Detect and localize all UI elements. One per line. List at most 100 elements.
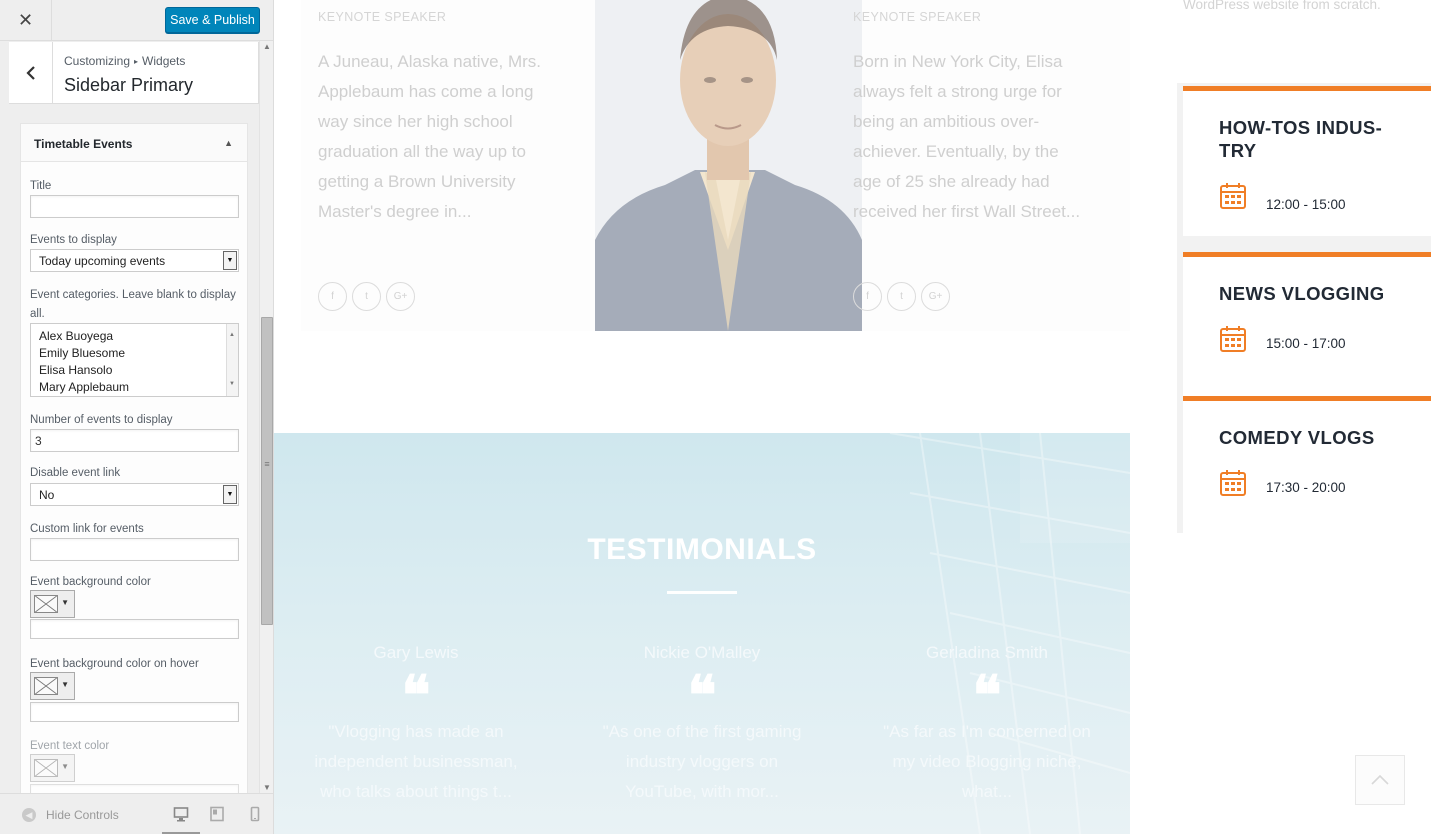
title-divider — [667, 591, 737, 594]
event-title[interactable]: HOW-TOS INDUS-TRY — [1219, 116, 1409, 162]
facebook-icon[interactable]: f — [318, 282, 347, 311]
speaker-photo — [595, 0, 862, 331]
breadcrumb-parent: Customizing — [64, 54, 131, 68]
events-to-display-select[interactable]: Today upcoming events ▼ — [30, 249, 239, 272]
title-input[interactable] — [30, 195, 239, 218]
event-accent-bar — [1183, 396, 1431, 401]
dropdown-arrow-icon: ▼ — [61, 598, 69, 607]
event-categories-list[interactable]: Alex Buoyega Emily Bluesome Elisa Hansol… — [30, 323, 239, 397]
twitter-icon[interactable]: t — [352, 282, 381, 311]
title-label: Title — [30, 180, 52, 192]
section-title: Sidebar Primary — [64, 75, 194, 95]
chevron-up-icon — [1371, 774, 1389, 785]
speaker-label: KEYNOTE SPEAKER — [853, 10, 982, 24]
back-to-top-button[interactable] — [1355, 755, 1405, 805]
google-plus-icon[interactable]: G+ — [921, 282, 950, 311]
quote-icon: ❝ — [972, 663, 1002, 727]
empty-color-swatch-icon — [34, 759, 58, 777]
dropdown-arrow-icon: ▼ — [61, 762, 69, 771]
mobile-icon[interactable] — [247, 806, 263, 822]
testimonial-quote: "As one of the first gaming industry vlo… — [602, 722, 802, 801]
dropdown-arrow-icon[interactable]: ▼ — [223, 251, 237, 270]
category-option[interactable]: Elisa Hansolo — [39, 362, 230, 379]
number-of-events-input[interactable] — [30, 429, 239, 452]
testimonial-quote: "As far as I'm concerned on my video Blo… — [883, 722, 1091, 801]
category-option[interactable]: Emily Bluesome — [39, 345, 230, 362]
tablet-icon[interactable] — [209, 806, 225, 822]
events-to-display-label: Events to display — [30, 234, 117, 246]
section-header: Customizing ▸ Widgets Sidebar Primary — [9, 42, 259, 104]
disable-event-link-select[interactable]: No ▼ — [30, 483, 239, 506]
grip-icon: ≡ — [264, 459, 270, 469]
breadcrumb-child: Widgets — [142, 54, 186, 68]
speaker-portrait-image — [595, 0, 862, 331]
quote-icon: ❝ — [401, 663, 431, 727]
scroll-up-arrow-icon[interactable]: ▲ — [263, 42, 271, 51]
testimonials-title: TESTIMONIALS — [587, 533, 817, 566]
speakers-section: KEYNOTE SPEAKER A Juneau, Alaska native,… — [301, 0, 1130, 331]
event-time: 17:30 - 20:00 — [1266, 480, 1346, 495]
bg-color-hover-picker[interactable]: ▼ — [30, 672, 75, 700]
testimonial-item: Gerladina Smith ❝ "As far as I'm concern… — [877, 643, 1097, 807]
calendar-icon — [1220, 470, 1246, 496]
testimonials-section: TESTIMONIALS Gary Lewis ❝ "Vlogging has … — [274, 433, 1130, 834]
google-plus-icon[interactable]: G+ — [386, 282, 415, 311]
scrollbar-thumb[interactable]: ≡ — [261, 317, 273, 625]
bg-color-picker[interactable]: ▼ — [30, 590, 75, 618]
sidebar-text: WordPress website from scratch. — [1183, 0, 1381, 12]
breadcrumb-separator: ▸ — [134, 57, 139, 66]
text-color-picker[interactable]: ▼ — [30, 754, 75, 782]
event-title[interactable]: NEWS VLOGGING — [1219, 282, 1409, 305]
event-categories-label: Event categories. Leave blank to display… — [30, 289, 236, 320]
calendar-icon — [1220, 326, 1246, 352]
event-card[interactable]: NEWS VLOGGING 15:00 - 17:00 — [1183, 252, 1431, 402]
customizer-header: ✕ Save & Publish — [0, 0, 273, 41]
empty-color-swatch-icon — [34, 677, 58, 695]
bg-color-input[interactable] — [30, 619, 239, 639]
hide-controls-button[interactable]: ◀ Hide Controls — [22, 808, 119, 822]
testimonial-author: Nickie O'Malley — [643, 643, 761, 662]
panel-scrollbar[interactable]: ▲ ≡ ▼ — [259, 41, 273, 793]
event-card[interactable]: HOW-TOS INDUS-TRY 12:00 - 15:00 — [1183, 86, 1431, 236]
close-customizer-button[interactable]: ✕ — [0, 0, 52, 41]
category-option[interactable]: Alex Buoyega — [39, 328, 230, 345]
desktop-icon[interactable] — [173, 806, 189, 822]
testimonial-item: Nickie O'Malley ❝ "As one of the first g… — [592, 643, 812, 807]
event-title[interactable]: COMEDY VLOGS — [1219, 426, 1409, 449]
testimonial-author: Gerladina Smith — [926, 643, 1048, 662]
custom-link-label: Custom link for events — [30, 523, 144, 535]
event-card[interactable]: COMEDY VLOGS 17:30 - 20:00 — [1183, 396, 1431, 546]
disable-event-link-label: Disable event link — [30, 467, 121, 479]
category-list-scrollbar[interactable]: ▲ ▼ — [226, 324, 238, 396]
widget-title: Timetable Events — [34, 137, 133, 151]
widget-header[interactable]: Timetable Events ▲ — [21, 124, 247, 162]
empty-color-swatch-icon — [34, 595, 58, 613]
category-option[interactable]: Mary Applebaum — [39, 379, 230, 396]
collapse-icon: ◀ — [22, 808, 36, 822]
save-publish-button[interactable]: Save & Publish — [165, 7, 260, 33]
twitter-icon[interactable]: t — [887, 282, 916, 311]
scroll-up-arrow-icon[interactable]: ▲ — [229, 327, 235, 344]
chevron-left-icon — [25, 66, 35, 80]
collapse-arrow-icon[interactable]: ▲ — [224, 138, 233, 148]
scroll-down-arrow-icon[interactable]: ▼ — [229, 376, 235, 393]
event-time: 12:00 - 15:00 — [1266, 197, 1346, 212]
events-to-display-value: Today upcoming events — [39, 254, 166, 268]
dropdown-arrow-icon[interactable]: ▼ — [223, 485, 237, 504]
number-of-events-label: Number of events to display — [30, 414, 173, 426]
widget-timetable-events: Timetable Events ▲ Title Events to displ… — [20, 123, 248, 804]
custom-link-input[interactable] — [30, 538, 239, 561]
speaker-bio: A Juneau, Alaska native, Mrs. Applebaum … — [318, 52, 542, 221]
timetable-events-widget: HOW-TOS INDUS-TRY 12:00 - 15:00 NEWS VLO… — [1177, 83, 1431, 546]
facebook-icon[interactable]: f — [853, 282, 882, 311]
close-icon: ✕ — [17, 10, 34, 31]
event-accent-bar — [1183, 252, 1431, 257]
speaker-label: KEYNOTE SPEAKER — [318, 10, 447, 24]
breadcrumb: Customizing ▸ Widgets — [64, 54, 185, 68]
speaker-bio: Born in New York City, Elisa always felt… — [853, 52, 1081, 221]
scroll-down-arrow-icon[interactable]: ▼ — [263, 783, 271, 792]
bg-color-hover-input[interactable] — [30, 702, 239, 722]
dropdown-arrow-icon: ▼ — [61, 680, 69, 689]
site-preview: KEYNOTE SPEAKER A Juneau, Alaska native,… — [274, 0, 1431, 834]
back-button[interactable] — [9, 42, 53, 104]
